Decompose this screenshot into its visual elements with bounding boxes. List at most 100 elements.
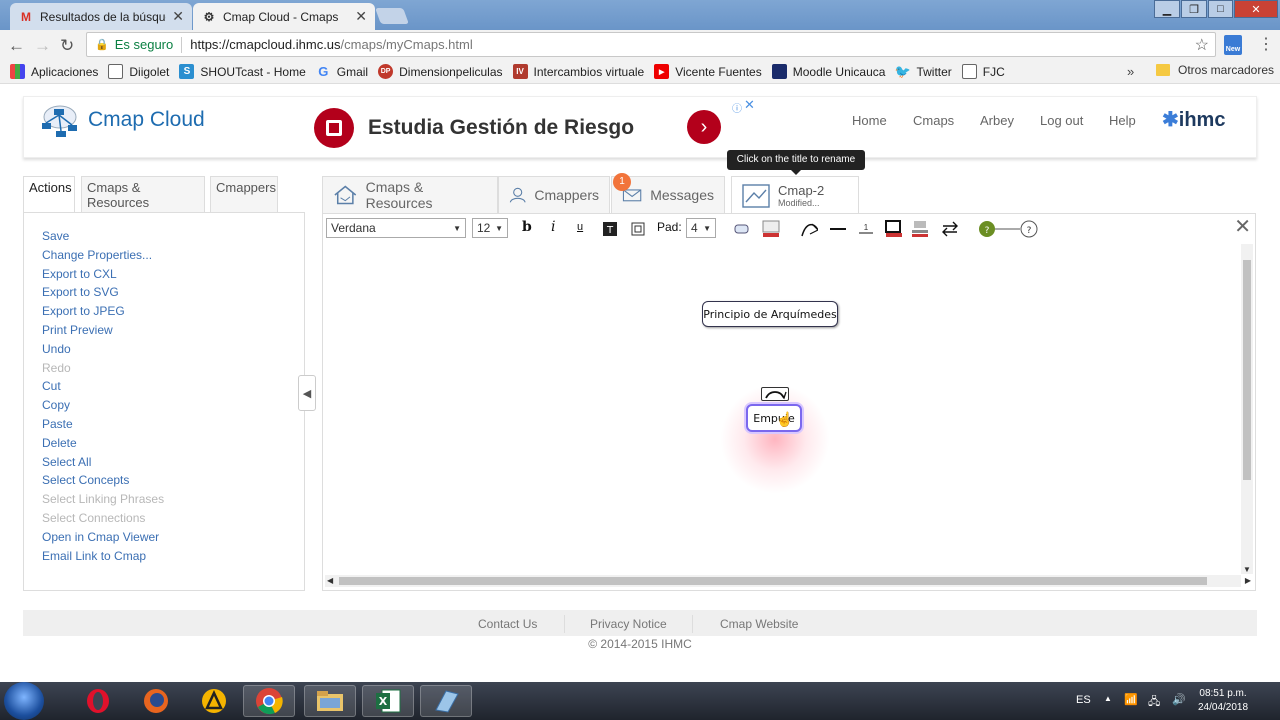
minimize-button[interactable]: ▁ xyxy=(1154,0,1180,18)
tab-cmap-2[interactable]: Cmap-2 Modified... xyxy=(731,176,859,214)
tab-cmaps-resources[interactable]: Cmaps & Resources xyxy=(322,176,498,213)
text-color-icon[interactable]: T xyxy=(601,220,619,237)
excel-icon[interactable]: X xyxy=(362,685,414,717)
volume-icon[interactable]: 🔊 xyxy=(1172,693,1186,706)
scroll-down-icon[interactable]: ▼ xyxy=(1243,565,1251,574)
tab-cmappers[interactable]: Cmappers xyxy=(498,176,610,213)
font-size-select[interactable]: 12 ▼ xyxy=(472,218,508,238)
bold-button[interactable]: b xyxy=(522,219,532,235)
action-copy[interactable]: Copy xyxy=(42,396,164,415)
text-margin-icon[interactable] xyxy=(629,220,647,237)
chrome-icon[interactable] xyxy=(243,685,295,717)
action-open-in-cmap-viewer[interactable]: Open in Cmap Viewer xyxy=(42,528,164,547)
action-paste[interactable]: Paste xyxy=(42,415,164,434)
shadow-icon[interactable] xyxy=(885,219,903,237)
action-export-to-jpeg[interactable]: Export to JPEG xyxy=(42,302,164,321)
nav-user[interactable]: Arbey xyxy=(980,113,1014,128)
logo-text[interactable]: Cmap Cloud xyxy=(88,108,205,132)
restore-button[interactable]: ❐ xyxy=(1181,0,1207,18)
action-export-to-svg[interactable]: Export to SVG xyxy=(42,283,164,302)
browser-tab-cmap[interactable]: ⚙ Cmap Cloud - Cmaps ✕ xyxy=(193,3,375,30)
extension-icon[interactable]: New xyxy=(1224,35,1242,55)
ad-close-icon[interactable]: ✕ xyxy=(744,97,755,113)
bookmark-diigolet[interactable]: Diigolet xyxy=(108,64,169,79)
tab-cmappers-left[interactable]: Cmappers xyxy=(210,176,278,213)
reload-icon[interactable]: ↻ xyxy=(60,36,74,56)
help-toggle-icon[interactable]: ?? xyxy=(977,220,1039,237)
system-clock[interactable]: 08:51 p.m. 24/04/2018 xyxy=(1198,687,1248,715)
bookmark-twitter[interactable]: 🐦 Twitter xyxy=(895,64,952,79)
bookmark-apps[interactable]: Aplicaciones xyxy=(10,64,98,79)
horizontal-scroll-thumb[interactable] xyxy=(339,577,1207,585)
cmap-tools-icon[interactable] xyxy=(420,685,472,717)
action-cut[interactable]: Cut xyxy=(42,377,164,396)
ihmc-brand[interactable]: ✱ihmc xyxy=(1162,107,1225,132)
action-export-to-cxl[interactable]: Export to CXL xyxy=(42,265,164,284)
link-drag-handle-icon[interactable] xyxy=(761,387,789,401)
underline-button[interactable]: u xyxy=(577,221,583,233)
forward-icon[interactable]: → xyxy=(34,36,51,56)
scroll-left-icon[interactable]: ◀ xyxy=(327,576,333,585)
italic-button[interactable]: i xyxy=(551,219,555,235)
cmap-title[interactable]: Cmap-2 xyxy=(778,183,824,198)
address-bar[interactable]: 🔒 Es seguro https://cmapcloud.ihmc.us /c… xyxy=(86,32,1216,57)
action-save[interactable]: Save xyxy=(42,227,164,246)
nav-help[interactable]: Help xyxy=(1109,113,1136,128)
concept-node[interactable]: Principio de Arquímedes xyxy=(702,301,838,327)
action-select-concepts[interactable]: Select Concepts xyxy=(42,471,164,490)
shape-icon[interactable] xyxy=(733,220,751,237)
bookmark-intercambios[interactable]: IV Intercambios virtuale xyxy=(512,64,644,79)
font-select[interactable]: Verdana ▼ xyxy=(326,218,466,238)
bookmark-shoutcast[interactable]: S SHOUTcast - Home xyxy=(179,64,306,79)
browser-tab-search[interactable]: M Resultados de la búsque ✕ xyxy=(10,3,192,30)
nav-cmaps[interactable]: Cmaps xyxy=(913,113,954,128)
bookmark-star-icon[interactable]: ☆ xyxy=(1195,35,1209,55)
action-select-all[interactable]: Select All xyxy=(42,453,164,472)
bookmark-dimensionpeliculas[interactable]: DP Dimensionpeliculas xyxy=(378,64,503,79)
new-tab-button[interactable] xyxy=(375,8,409,24)
vertical-scroll-thumb[interactable] xyxy=(1243,260,1251,480)
file-explorer-icon[interactable] xyxy=(304,685,356,717)
tab-actions[interactable]: Actions xyxy=(23,176,75,214)
back-icon[interactable]: ← xyxy=(8,36,25,56)
swap-arrows-icon[interactable] xyxy=(941,220,959,237)
close-tab-icon[interactable]: ✕ xyxy=(172,8,184,25)
advertisement[interactable]: Estudia Gestión de Riesgo › xyxy=(308,99,744,155)
bookmark-fjc[interactable]: FJC xyxy=(961,64,1005,79)
other-bookmarks[interactable]: Otros marcadores xyxy=(1156,63,1274,77)
bookmarks-overflow-icon[interactable]: » xyxy=(1127,64,1134,79)
firefox-icon[interactable] xyxy=(130,685,182,717)
close-editor-icon[interactable]: ✕ xyxy=(1234,214,1251,239)
action-email-link-to-cmap[interactable]: Email Link to Cmap xyxy=(42,547,164,566)
bookmark-vicente[interactable]: ▶ Vicente Fuentes xyxy=(654,64,762,79)
tab-cmaps-resources-left[interactable]: Cmaps & Resources xyxy=(81,176,205,213)
horizontal-scrollbar[interactable]: ◀ ▶ xyxy=(325,575,1251,587)
action-delete[interactable]: Delete xyxy=(42,434,164,453)
connection-shape-icon[interactable] xyxy=(800,220,818,237)
ad-info-icon[interactable]: ⓘ xyxy=(732,100,742,115)
line-width-button[interactable]: 1 xyxy=(857,220,875,237)
nav-home[interactable]: Home xyxy=(852,113,887,128)
language-indicator[interactable]: ES xyxy=(1076,694,1091,706)
footer-contact-link[interactable]: Contact Us xyxy=(478,617,537,631)
cmap-canvas[interactable]: Principio de Arquímedes Empuje ☝ xyxy=(325,244,1241,574)
opera-icon[interactable] xyxy=(72,685,124,717)
bookmark-gmail[interactable]: G Gmail xyxy=(316,64,368,79)
action-print-preview[interactable]: Print Preview xyxy=(42,321,164,340)
fill-color-icon[interactable] xyxy=(762,220,780,237)
close-tab-icon[interactable]: ✕ xyxy=(355,8,367,25)
maximize-button[interactable]: □ xyxy=(1208,0,1233,18)
ad-arrow-icon[interactable]: › xyxy=(687,110,721,144)
browser-menu-icon[interactable]: ⋮ xyxy=(1258,34,1274,54)
network-icon[interactable]: 🖧 xyxy=(1148,693,1160,712)
image-icon[interactable] xyxy=(911,220,929,237)
signal-icon[interactable]: 📶 xyxy=(1124,693,1138,706)
scroll-right-icon[interactable]: ▶ xyxy=(1245,576,1251,585)
footer-privacy-link[interactable]: Privacy Notice xyxy=(590,617,667,631)
tray-expand-icon[interactable]: ▲ xyxy=(1104,694,1112,703)
action-undo[interactable]: Undo xyxy=(42,340,164,359)
line-style-icon[interactable] xyxy=(829,220,847,237)
pad-select[interactable]: 4 ▼ xyxy=(686,218,716,238)
bookmark-moodle[interactable]: Moodle Unicauca xyxy=(771,64,885,79)
vertical-scrollbar[interactable]: ▼ xyxy=(1241,244,1253,574)
